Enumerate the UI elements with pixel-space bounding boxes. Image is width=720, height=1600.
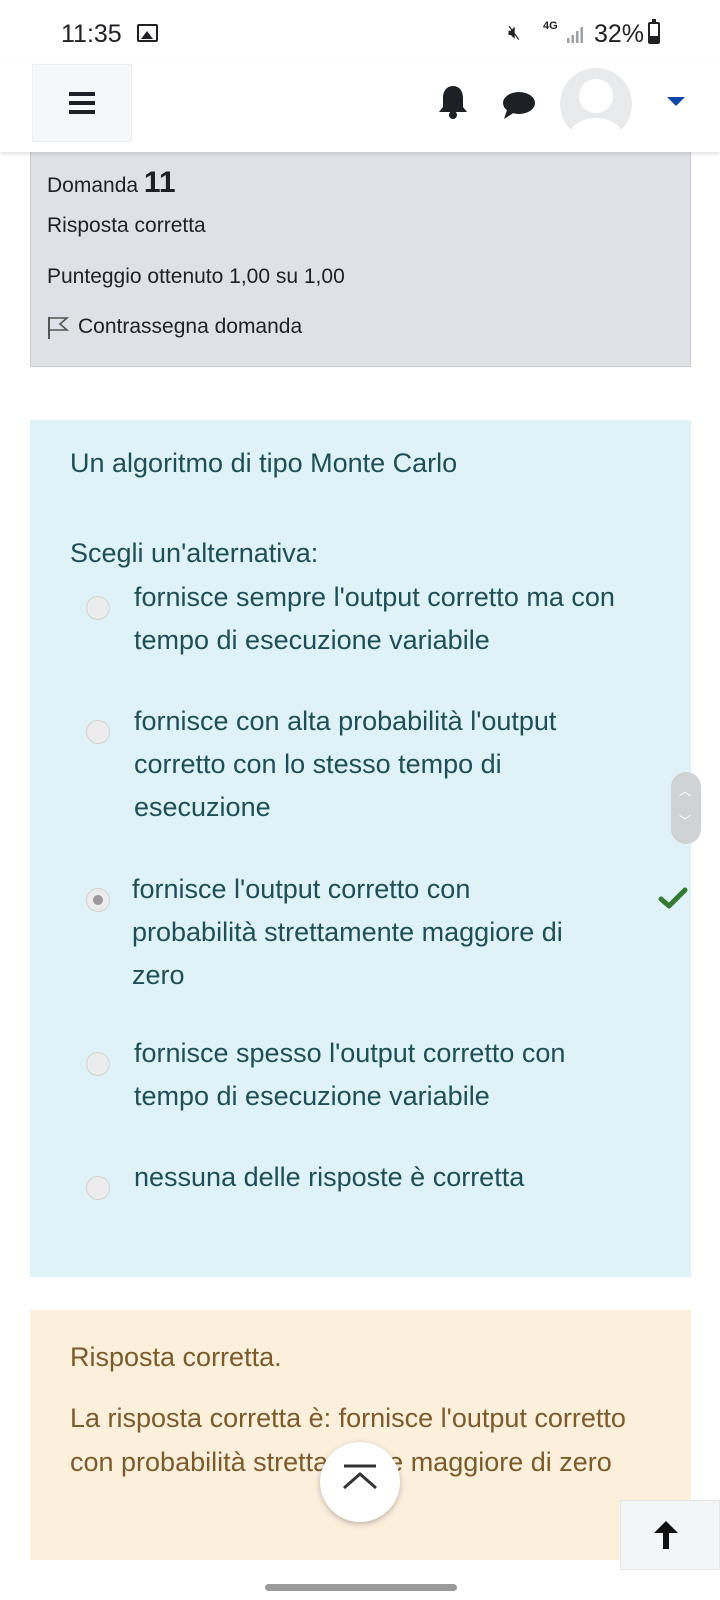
check-icon (658, 887, 688, 909)
feedback-title: Risposta corretta. (70, 1342, 282, 1372)
answer-option-label: fornisce con alta probabilità l'output c… (134, 706, 557, 822)
radio-button[interactable] (86, 1176, 110, 1200)
radio-button[interactable] (86, 596, 110, 620)
back-to-top-button[interactable] (320, 1442, 400, 1522)
radio-button[interactable] (86, 720, 110, 744)
answer-option-label: fornisce sempre l'output corretto ma con… (134, 582, 615, 655)
question-number: Domanda 11 (47, 166, 176, 200)
radio-button-checked[interactable] (86, 888, 110, 912)
answer-option-label: fornisce l'output corretto con probabili… (132, 874, 563, 990)
avatar[interactable] (560, 68, 632, 140)
answer-option-label: nessuna delle risposte è corretta (134, 1162, 525, 1192)
signal-icon (567, 27, 583, 43)
chat-icon[interactable] (502, 90, 536, 120)
question-grade: Punteggio ottenuto 1,00 su 1,00 (47, 265, 345, 288)
radio-button[interactable] (86, 1052, 110, 1076)
flag-question-link[interactable]: Contrassegna domanda (78, 315, 302, 339)
battery-percent: 32% (594, 20, 645, 48)
chevron-up-icon: ︿ (679, 784, 692, 798)
network-type: 4G (543, 20, 558, 32)
status-time: 11:35 (61, 20, 122, 48)
scroll-handle[interactable]: ︿ ﹀ (671, 772, 701, 844)
answer-prompt: Scegli un'alternativa: (70, 538, 319, 568)
bell-icon[interactable] (437, 84, 469, 120)
menu-button[interactable] (32, 64, 132, 142)
question-number-value: 11 (143, 166, 176, 199)
battery-icon (648, 19, 660, 44)
flag-icon[interactable] (47, 316, 69, 340)
gallery-icon (137, 24, 158, 42)
arrow-up-icon (654, 1521, 678, 1549)
menu-icon (69, 92, 95, 114)
answer-option-label: fornisce spesso l'output corretto con te… (134, 1038, 566, 1111)
chevron-down-icon: ﹀ (679, 814, 692, 828)
user-icon (566, 79, 626, 140)
mute-icon: 🔇︎ (508, 22, 521, 44)
question-state: Risposta corretta (47, 214, 206, 237)
status-bar: 11:35 🔇︎ 4G 32% (0, 0, 720, 62)
question-label: Domanda (47, 174, 139, 197)
double-chevron-up-icon (343, 1464, 377, 1490)
gesture-nav-bar[interactable] (265, 1584, 457, 1591)
question-text: Un algoritmo di tipo Monte Carlo (70, 448, 458, 478)
question-info: Domanda 11 Risposta corretta Punteggio o… (30, 150, 691, 367)
top-navbar (0, 62, 720, 152)
caret-down-icon[interactable] (667, 97, 685, 106)
question-content: Un algoritmo di tipo Monte Carlo Scegli … (30, 420, 691, 1277)
feedback-box: Risposta corretta. La risposta corretta … (30, 1310, 691, 1560)
scroll-up-button[interactable] (620, 1500, 720, 1570)
